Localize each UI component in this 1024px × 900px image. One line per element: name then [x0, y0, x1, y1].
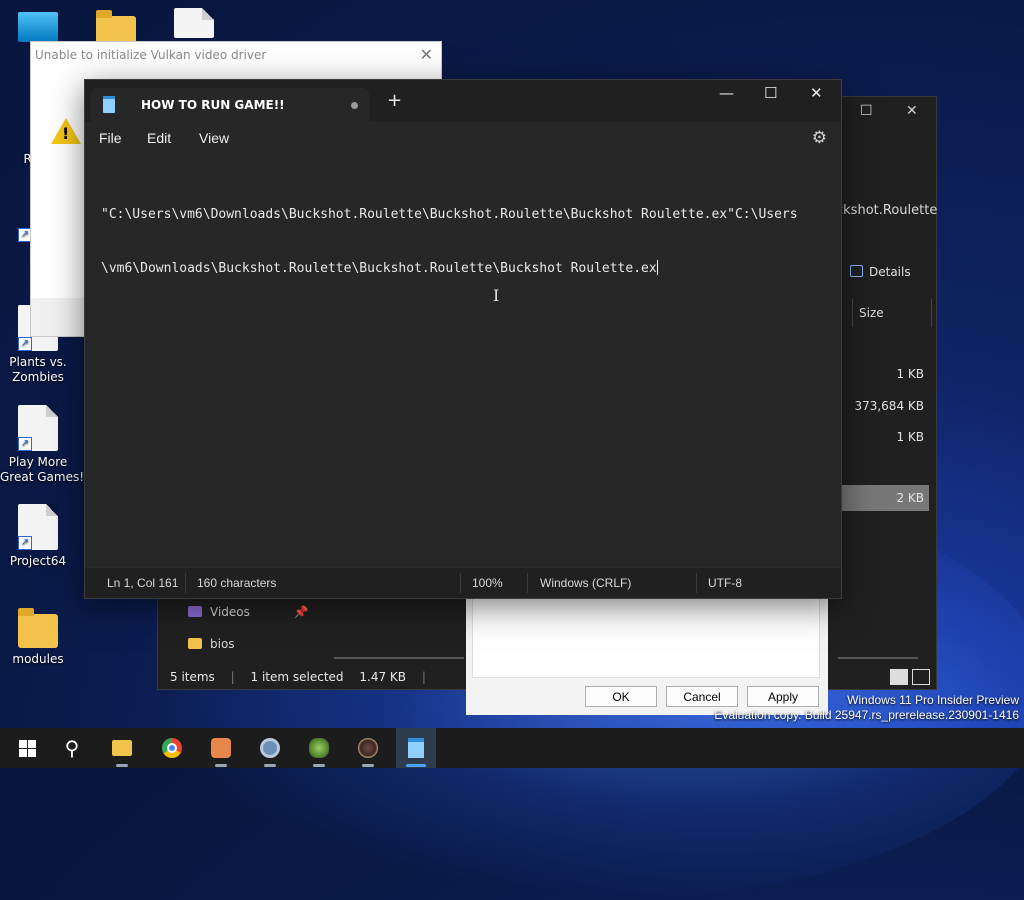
details-pane-icon: [850, 265, 863, 277]
desktop-icon-label: modules: [12, 652, 64, 666]
new-tab-button[interactable]: +: [387, 92, 402, 110]
selection-size: 1.47 KB: [359, 670, 407, 684]
search-icon: ⚲: [64, 736, 80, 760]
address-bar-fragment[interactable]: ckshot.Roulette: [836, 203, 937, 218]
folder-icon: [188, 638, 202, 649]
text-line: "C:\Users\vm6\Downloads\Buckshot.Roulett…: [101, 207, 798, 222]
close-icon[interactable]: ✕: [420, 45, 433, 64]
encoding[interactable]: UTF-8: [708, 576, 742, 590]
character-count: 160 characters: [197, 576, 277, 590]
minimize-button[interactable]: —: [719, 84, 734, 102]
taskbar-buckshot-roulette[interactable]: [348, 728, 388, 768]
notepad-status-bar: Ln 1, Col 161 160 characters 100% Window…: [85, 567, 841, 598]
close-button[interactable]: ✕: [810, 84, 823, 102]
desktop-icon-label: Plants vs. Zombies: [9, 355, 67, 384]
text-line: \vm6\Downloads\Buckshot.Roulette\Bucksho…: [101, 260, 658, 276]
taskbar-notepad[interactable]: [396, 728, 436, 768]
details-button[interactable]: Details: [850, 265, 911, 279]
taskbar-plants-vs-zombies[interactable]: [299, 728, 339, 768]
document-icon: ↗: [18, 504, 58, 550]
desktop-icon-project64[interactable]: ↗ Project64: [0, 504, 76, 569]
menu-file[interactable]: File: [99, 130, 122, 146]
watermark-line: Windows 11 Pro Insider Preview: [847, 693, 1019, 707]
folder-icon: [112, 740, 132, 756]
shortcut-arrow-icon: ↗: [18, 437, 32, 451]
chrome-icon: [162, 738, 182, 758]
menu-bar: File Edit View ⚙: [85, 122, 841, 154]
notepad-window[interactable]: HOW TO RUN GAME!! + — ☐ ✕ File Edit View…: [84, 79, 842, 599]
file-size: 1 KB: [896, 367, 924, 381]
menu-edit[interactable]: Edit: [147, 130, 171, 146]
ok-button[interactable]: OK: [585, 686, 657, 707]
desktop-icon-label: Play More Great Games!: [0, 455, 85, 484]
desktop-icon-play-more-games[interactable]: ↗ Play More Great Games!: [0, 405, 84, 485]
unsaved-dot-icon[interactable]: [351, 102, 358, 109]
zoom-level[interactable]: 100%: [472, 576, 503, 590]
plants-vs-zombies-icon: [309, 738, 329, 758]
tab-bar: HOW TO RUN GAME!! + — ☐ ✕: [85, 80, 841, 122]
file-size: 1 KB: [896, 430, 924, 444]
shortcut-arrow-icon: ↗: [18, 337, 32, 351]
maximize-button[interactable]: ☐: [764, 84, 777, 102]
notepad-icon: [103, 96, 115, 113]
start-button[interactable]: [4, 728, 44, 768]
taskbar: ⚲: [0, 728, 1024, 768]
tiles-view-icon[interactable]: [912, 669, 930, 685]
desktop-icon-file[interactable]: [156, 8, 232, 42]
details-view-icon[interactable]: [890, 669, 908, 685]
windows-watermark: Windows 11 Pro Insider Preview Evaluatio…: [714, 693, 1019, 723]
properties-content: [472, 598, 820, 678]
search-button[interactable]: ⚲: [52, 728, 92, 768]
windows-logo-icon: [19, 740, 36, 757]
close-icon[interactable]: ✕: [906, 103, 918, 119]
app-icon: [211, 738, 231, 758]
pin-icon: 📌: [293, 605, 309, 619]
settings-gear-icon[interactable]: ⚙: [812, 128, 827, 148]
nav-item-videos[interactable]: Videos 📌: [188, 605, 309, 619]
tab-title: HOW TO RUN GAME!!: [141, 98, 285, 112]
item-count: 5 items: [170, 670, 215, 684]
taskbar-settings[interactable]: [250, 728, 290, 768]
file-size: 2 KB: [896, 491, 924, 505]
horizontal-scrollbar[interactable]: [334, 657, 464, 659]
maximize-icon[interactable]: ☐: [860, 103, 873, 119]
cursor-position: Ln 1, Col 161: [107, 576, 179, 590]
desktop-icon-modules[interactable]: modules: [0, 606, 76, 667]
size-column-header[interactable]: Size: [852, 299, 932, 327]
ibeam-cursor-icon: I: [493, 286, 500, 305]
shortcut-arrow-icon: ↗: [18, 536, 32, 550]
watermark-line: Evaluation copy. Build 25947.rs_prerelea…: [714, 708, 1019, 722]
line-ending[interactable]: Windows (CRLF): [540, 576, 631, 590]
monitor-icon: [18, 12, 58, 42]
taskbar-chrome[interactable]: [152, 728, 192, 768]
folder-icon: [18, 608, 58, 648]
file-size: 373,684 KB: [854, 399, 924, 413]
nav-item-bios[interactable]: bios: [188, 637, 235, 651]
text-caret: [656, 260, 658, 275]
horizontal-scrollbar[interactable]: [838, 657, 918, 659]
videos-icon: [188, 606, 202, 617]
selection-count: 1 item selected: [250, 670, 344, 684]
warning-icon: !: [51, 118, 81, 144]
settings-icon: [260, 738, 280, 758]
dialog-title: Unable to initialize Vulkan video driver: [31, 42, 441, 68]
text-editor[interactable]: "C:\Users\vm6\Downloads\Buckshot.Roulett…: [101, 170, 831, 314]
desktop-icon-label: Project64: [9, 554, 67, 568]
status-bar: 5 items | 1 item selected 1.47 KB |: [170, 670, 426, 684]
taskbar-app-orange[interactable]: [201, 728, 241, 768]
notepad-icon: [408, 738, 424, 758]
roulette-icon: [358, 738, 378, 758]
menu-view[interactable]: View: [199, 130, 229, 146]
view-toggle[interactable]: [886, 669, 930, 689]
document-icon: ↗: [18, 405, 58, 451]
taskbar-file-explorer[interactable]: [102, 728, 142, 768]
tab-how-to-run-game[interactable]: HOW TO RUN GAME!!: [91, 88, 369, 122]
file-icon: [174, 8, 214, 38]
